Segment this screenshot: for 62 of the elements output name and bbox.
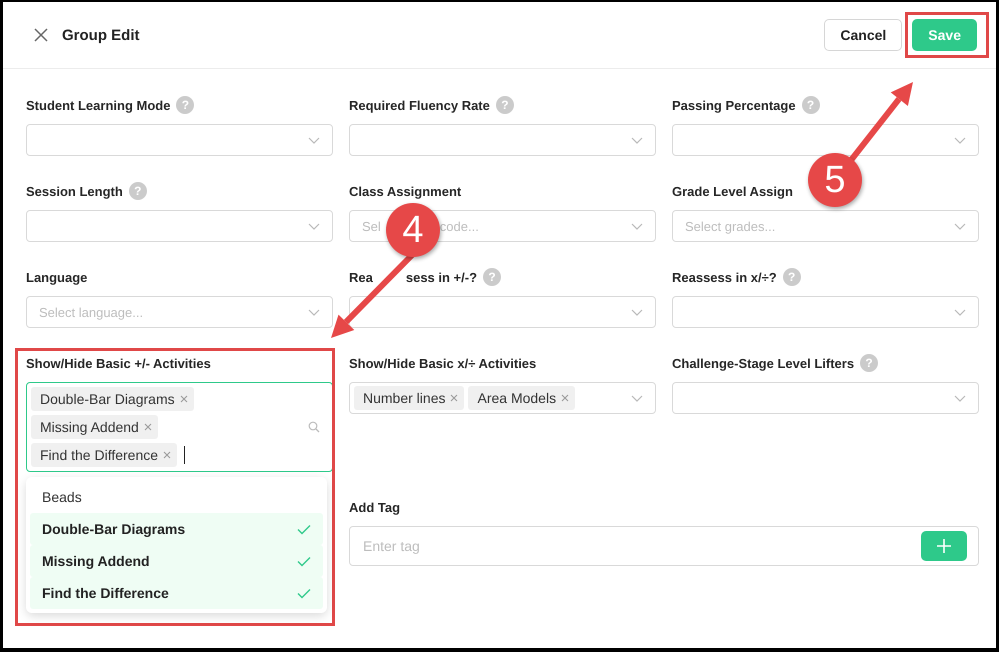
chevron-icon xyxy=(308,308,320,316)
tag-input-field[interactable]: Enter tag xyxy=(349,526,979,566)
chevron-icon xyxy=(631,308,643,316)
tag-chip[interactable]: Number lines xyxy=(354,386,464,410)
step-badge: 5 xyxy=(808,153,862,207)
text-cursor xyxy=(184,446,186,464)
field-label: Grade Level Assign xyxy=(672,184,793,198)
field-label: Student Learning Mode xyxy=(26,98,170,112)
remove-icon xyxy=(561,394,570,402)
remove-icon xyxy=(180,395,188,403)
chevron-icon xyxy=(954,308,966,316)
cancel-button[interactable]: Cancel xyxy=(824,19,902,51)
chevron-icon xyxy=(308,136,320,144)
field-label: Required Fluency Rate xyxy=(349,98,490,112)
step-badge: 4 xyxy=(386,203,440,257)
select-field[interactable] xyxy=(672,124,979,156)
tag-chip[interactable]: Area Models xyxy=(468,386,576,410)
field-label: Challenge-Stage Level Lifters xyxy=(672,356,854,370)
select-field[interactable] xyxy=(672,296,979,328)
remove-icon xyxy=(163,451,172,459)
field-label: Rea xyxy=(349,270,373,284)
field-label: Add Tag xyxy=(349,500,400,514)
search-icon xyxy=(308,421,320,433)
field-label: Session Length xyxy=(26,184,123,198)
chevron-icon xyxy=(631,222,643,230)
chevron-icon xyxy=(308,222,320,230)
dropdown-option[interactable]: Beads xyxy=(30,481,323,513)
select-field[interactable] xyxy=(349,296,656,328)
dialog-title: Group Edit xyxy=(62,26,140,44)
chevron-icon xyxy=(954,136,966,144)
plus-icon xyxy=(937,539,951,553)
check-icon xyxy=(297,588,311,598)
select-field[interactable] xyxy=(26,210,333,242)
select-field[interactable] xyxy=(672,382,979,414)
chevron-icon xyxy=(954,222,966,230)
check-icon xyxy=(297,524,311,534)
field-label: Class Assignment xyxy=(349,184,462,198)
chevron-icon xyxy=(954,394,966,402)
select-field[interactable] xyxy=(26,124,333,156)
chevron-icon xyxy=(631,394,643,402)
tag-chip[interactable]: Missing Addend xyxy=(31,415,158,439)
chevron-icon xyxy=(631,136,643,144)
field-label: Show/Hide Basic +/- Activities xyxy=(26,356,211,370)
tag-chip[interactable]: Double-Bar Diagrams xyxy=(31,387,194,411)
dropdown-option[interactable]: Missing Addend xyxy=(30,545,323,577)
check-icon xyxy=(297,556,311,566)
dropdown-option[interactable]: Find the Difference xyxy=(30,577,323,609)
tag-chip[interactable]: Find the Difference xyxy=(31,443,178,467)
remove-icon xyxy=(144,423,152,431)
text-input[interactable]: Enter tag xyxy=(361,537,921,555)
multi-select-field[interactable]: Number lines Area Models xyxy=(349,382,656,414)
field-label: Language xyxy=(26,270,88,284)
remove-icon xyxy=(450,394,458,402)
close-icon xyxy=(33,27,49,43)
add-button[interactable] xyxy=(921,531,967,561)
select-field[interactable] xyxy=(349,124,656,156)
field-label: Reassess in x/÷? xyxy=(672,270,777,284)
multi-select-field[interactable]: Double-Bar Diagrams Missing Addend Find the Difference xyxy=(26,382,333,472)
field-label: sess in +/-? xyxy=(406,270,478,284)
dropdown-option[interactable]: Double-Bar Diagrams xyxy=(30,513,323,545)
field-label: Show/Hide Basic x/÷ Activities xyxy=(349,356,536,370)
field-label: Passing Percentage xyxy=(672,98,796,112)
